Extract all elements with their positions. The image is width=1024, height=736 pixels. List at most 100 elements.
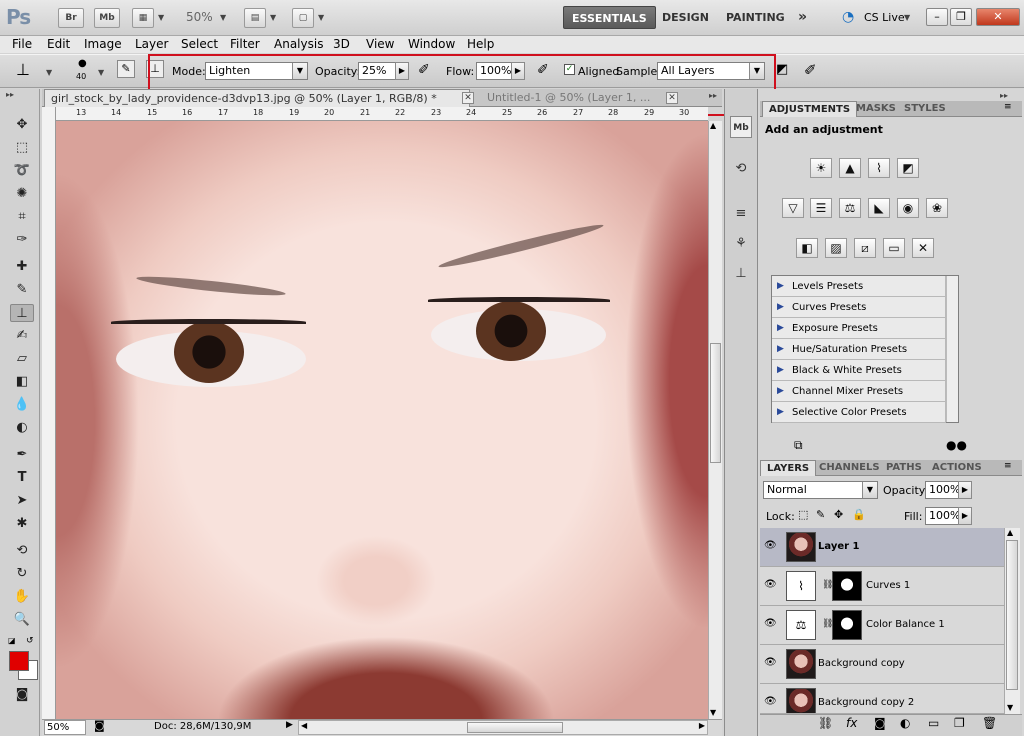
layers-scrollbar[interactable]: ▲ ▼ [1004, 528, 1020, 714]
hand-tool-icon[interactable]: ✋ [10, 588, 34, 606]
status-info-icon[interactable]: ◙ [94, 719, 105, 732]
new-layer-icon[interactable]: ❐ [954, 716, 965, 730]
menu-image[interactable]: Image [84, 37, 122, 51]
eyedropper-tool-icon[interactable]: ✑ [10, 231, 34, 249]
workspace-design[interactable]: DESIGN [654, 6, 717, 29]
zoom-dropdown-icon[interactable]: ▼ [220, 13, 226, 22]
scroll-left-icon[interactable]: ◀ [301, 721, 307, 730]
tab-adjustments[interactable]: ADJUSTMENTS [762, 101, 858, 117]
clone-stamp-tool-icon[interactable]: ⊥ [10, 304, 34, 322]
hue-saturation-icon[interactable]: ☰ [810, 198, 832, 218]
menu-3d[interactable]: 3D [333, 37, 350, 51]
path-selection-tool-icon[interactable]: ➤ [10, 492, 34, 510]
photo-filter-icon[interactable]: ◉ [897, 198, 919, 218]
brush-panel-icon[interactable]: ✎ [117, 60, 135, 78]
arrange-dropdown-icon[interactable]: ▼ [270, 13, 276, 22]
visibility-eye-icon[interactable]: 👁 [764, 657, 777, 668]
tool-preset-dropdown-icon[interactable]: ▼ [46, 68, 52, 77]
view-extras-button[interactable]: ▦ [132, 8, 154, 28]
shape-tool-icon[interactable]: ✱ [10, 515, 34, 533]
scroll-thumb[interactable] [1006, 540, 1018, 690]
list-item[interactable]: ▶ Levels Presets [772, 276, 946, 297]
layer-opacity-slider-button[interactable]: ▶ [958, 481, 972, 499]
minibridge-panel-icon[interactable]: Mb [730, 116, 752, 138]
list-item[interactable]: ▶ Exposure Presets [772, 318, 946, 339]
workspace-essentials[interactable]: ESSENTIALS [563, 6, 656, 29]
selective-color-icon[interactable]: ✕ [912, 238, 934, 258]
foreground-color-swatch[interactable] [9, 651, 29, 671]
clip-to-layer-icon[interactable]: ●● [946, 438, 967, 452]
layer-row-background-copy-2[interactable]: 👁 Background copy 2 [760, 684, 1004, 714]
status-menu-icon[interactable]: ▶ [286, 720, 293, 730]
clone-stamp-preset-icon[interactable]: ⊥ [16, 60, 30, 79]
view-extras-dropdown-icon[interactable]: ▼ [158, 13, 164, 22]
new-adjustment-icon[interactable]: ◐ [900, 716, 910, 730]
eraser-tool-icon[interactable]: ▱ [10, 350, 34, 368]
gradient-map-icon[interactable]: ▭ [883, 238, 905, 258]
menu-window[interactable]: Window [408, 37, 455, 51]
dock-collapse-icon[interactable]: ▸▸ [1000, 91, 1008, 100]
zoom-tool-icon[interactable]: 🔍 [10, 611, 34, 629]
layer-row-curves-1[interactable]: 👁 ⌇ ⛓ Curves 1 [760, 567, 1004, 606]
tab-actions[interactable]: ACTIONS [926, 460, 988, 476]
fill-slider-button[interactable]: ▶ [958, 507, 972, 525]
visibility-eye-icon[interactable]: 👁 [764, 696, 777, 707]
posterize-icon[interactable]: ▨ [825, 238, 847, 258]
layer-row-color-balance-1[interactable]: 👁 ⚖ ⛓ Color Balance 1 [760, 606, 1004, 645]
brush-presets-panel-icon[interactable]: ≡ [730, 203, 752, 225]
tab-close-icon[interactable]: ✕ [666, 92, 678, 104]
panel-menu-icon[interactable]: ≡ [1004, 461, 1012, 471]
list-item[interactable]: ▶ Selective Color Presets [772, 402, 946, 423]
threshold-icon[interactable]: ⧄ [854, 238, 876, 258]
screen-mode-dropdown-icon[interactable]: ▼ [318, 13, 324, 22]
tab-layers[interactable]: LAYERS [760, 460, 817, 476]
list-item[interactable]: ▶ Hue/Saturation Presets [772, 339, 946, 360]
mini-bridge-button[interactable]: Mb [94, 8, 120, 28]
history-panel-icon[interactable]: ⟲ [730, 158, 752, 180]
horizontal-scrollbar[interactable]: ◀ ▶ [298, 720, 708, 735]
visibility-eye-icon[interactable]: 👁 [764, 540, 777, 551]
pressure-size-icon[interactable]: ✐ [804, 61, 817, 79]
tab-styles[interactable]: STYLES [898, 101, 952, 117]
presets-scrollbar[interactable] [946, 276, 958, 422]
menu-layer[interactable]: Layer [135, 37, 168, 51]
list-item[interactable]: ▶ Channel Mixer Presets [772, 381, 946, 402]
tab-close-icon[interactable]: ✕ [462, 92, 474, 104]
layer-opacity-input[interactable]: 100% [925, 481, 960, 499]
brush-picker-dropdown-icon[interactable]: ▼ [98, 68, 104, 77]
screen-mode-button[interactable]: ▢ [292, 8, 314, 28]
brush-tool-icon[interactable]: ✎ [10, 281, 34, 299]
black-white-icon[interactable]: ◣ [868, 198, 890, 218]
menu-file[interactable]: File [12, 37, 32, 51]
dodge-tool-icon[interactable]: ◐ [10, 419, 34, 437]
toolbox-collapse-icon[interactable]: ▸▸ [6, 90, 14, 99]
status-zoom-input[interactable]: 50% [44, 720, 86, 735]
workspace-painting[interactable]: PAINTING [718, 6, 793, 29]
panel-menu-icon[interactable]: ≡ [1004, 102, 1012, 112]
tab-paths[interactable]: PATHS [880, 460, 928, 476]
tab-masks[interactable]: MASKS [850, 101, 902, 117]
lock-position-icon[interactable]: ✥ [834, 508, 843, 521]
add-mask-icon[interactable]: ◙ [874, 716, 886, 730]
link-layers-icon[interactable]: ⛓ [818, 716, 833, 730]
history-brush-tool-icon[interactable]: ✍ [10, 327, 34, 345]
layer-style-icon[interactable]: fx [846, 716, 857, 730]
cs-live-button[interactable]: CS Live [864, 11, 905, 24]
new-group-icon[interactable]: ▭ [928, 716, 939, 730]
pen-tool-icon[interactable]: ✒ [10, 446, 34, 464]
marquee-tool-icon[interactable]: ⬚ [10, 139, 34, 157]
menu-analysis[interactable]: Analysis [274, 37, 323, 51]
scroll-up-icon[interactable]: ▲ [710, 121, 716, 130]
restore-button[interactable]: ❐ [950, 8, 972, 26]
default-colors-icon[interactable]: ◪ [8, 636, 16, 645]
lock-all-icon[interactable]: 🔒 [852, 508, 866, 521]
healing-brush-tool-icon[interactable]: ✚ [10, 258, 34, 276]
quick-selection-tool-icon[interactable]: ✺ [10, 185, 34, 203]
move-tool-icon[interactable]: ✥ [10, 116, 34, 134]
curves-icon[interactable]: ⌇ [868, 158, 890, 178]
document-canvas[interactable] [56, 121, 708, 719]
clone-source-panel-icon[interactable]: ⊥ [730, 263, 752, 285]
list-item[interactable]: ▶ Black & White Presets [772, 360, 946, 381]
menu-view[interactable]: View [366, 37, 394, 51]
menu-filter[interactable]: Filter [230, 37, 260, 51]
